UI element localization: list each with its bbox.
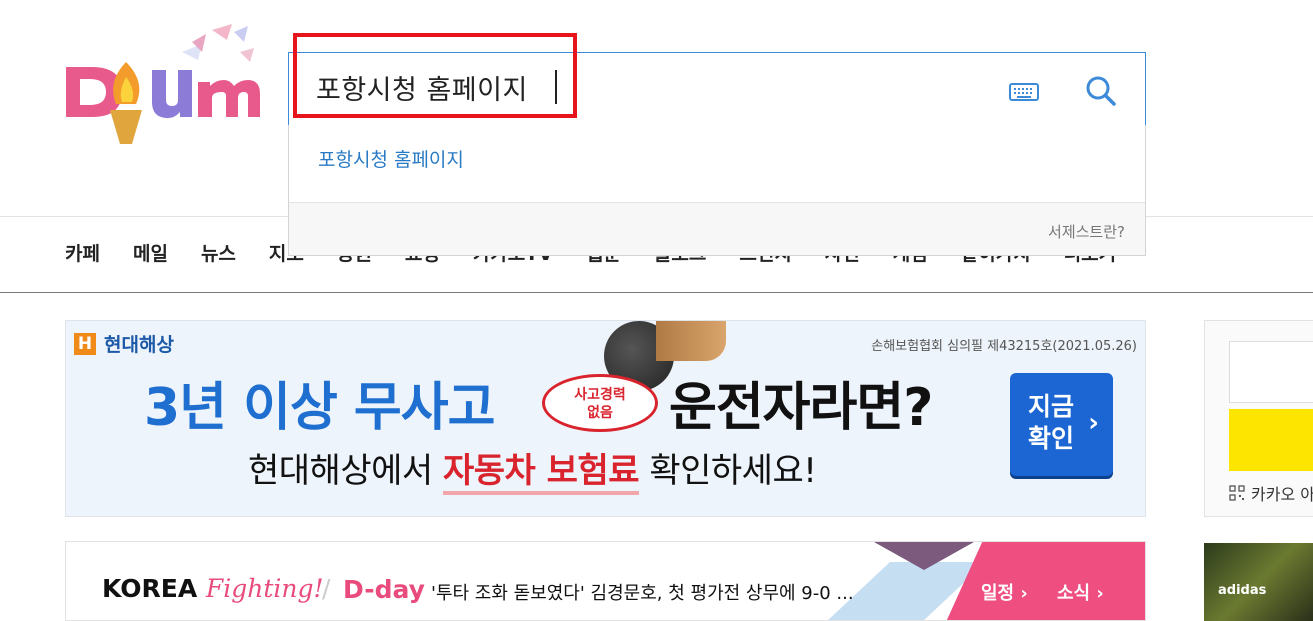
- korea-brand: KOREA: [102, 574, 206, 603]
- keyboard-icon[interactable]: [1009, 82, 1039, 102]
- ad-cta-button[interactable]: 지금 확인 ›: [1010, 373, 1113, 476]
- korea-news-link[interactable]: 소식 ›: [1057, 579, 1104, 605]
- stamp-line-1: 사고경력: [574, 387, 626, 403]
- banner-separator: /: [322, 574, 331, 603]
- login-input[interactable]: [1229, 341, 1313, 403]
- suggestion-footer: 서제스트란?: [289, 202, 1145, 255]
- korea-dday: D-day: [343, 575, 425, 604]
- text-caret: [555, 70, 557, 104]
- banner-pink-panel: [946, 542, 1145, 620]
- adidas-logo: adidas: [1218, 583, 1267, 598]
- korea-fighting-banner[interactable]: KOREA Fighting! / D-day '투타 조화 돋보였다' 김경문…: [65, 541, 1146, 621]
- ad-sub-post: 확인하세요!: [639, 451, 817, 491]
- login-panel: 카카오 아이디로: [1204, 320, 1313, 517]
- ad-headline-left: 3년 이상 무사고: [144, 378, 495, 438]
- ad-review-note: 손해보험협회 심의필 제43215호(2021.05.26): [871, 339, 1137, 354]
- chevron-right-icon: ›: [1088, 408, 1099, 438]
- nav-divider-bottom: [0, 292, 1313, 293]
- suggest-help-link[interactable]: 서제스트란?: [1048, 221, 1125, 242]
- korea-schedule-link[interactable]: 일정 ›: [981, 579, 1028, 605]
- korea-fighting-logo: KOREA Fighting!: [102, 574, 324, 603]
- ad-sub-pre: 현대해상에서: [248, 451, 443, 491]
- search-input[interactable]: 포항시청 홈페이지: [316, 68, 528, 107]
- nav-item-cafe[interactable]: 카페: [65, 239, 100, 266]
- ad-cta-line-1: 지금: [1028, 392, 1075, 421]
- qr-code-icon: [1229, 485, 1245, 501]
- banner-deco-triangle: [874, 542, 974, 570]
- stamp-handle-icon: [656, 321, 726, 361]
- suggestion-item[interactable]: 포항시청 홈페이지: [318, 145, 464, 172]
- ad-headline-right: 운전자라면?: [669, 378, 933, 438]
- ad-brand: H 현대해상: [74, 330, 174, 357]
- suggestion-dropdown: 포항시청 홈페이지 서제스트란?: [288, 125, 1146, 256]
- stamp-line-2: 없음: [587, 405, 613, 421]
- kakao-login-button[interactable]: [1229, 409, 1313, 471]
- daum-logo[interactable]: [62, 22, 262, 147]
- nav-item-mail[interactable]: 메일: [133, 239, 168, 266]
- hyundai-logo-icon: H: [74, 332, 96, 355]
- korea-headline-link[interactable]: '투타 조화 돋보였다' 김경문호, 첫 평가전 상무에 9-0 ...: [431, 579, 854, 605]
- daum-page: 포항시청 홈페이지 포항시청 홈페이지 서제스트란? 카페 메일 뉴스 지도 증…: [0, 0, 1313, 621]
- ad-sub-highlight: 자동차 보험료: [443, 451, 640, 495]
- kakao-login-label: 카카오 아이디로: [1251, 485, 1313, 504]
- korea-fighting-text: Fighting!: [205, 574, 324, 603]
- kakao-login-link[interactable]: 카카오 아이디로: [1229, 481, 1313, 505]
- ad-subline: 현대해상에서 자동차 보험료 확인하세요!: [248, 443, 817, 495]
- search-icon[interactable]: [1085, 75, 1117, 107]
- right-photo-ad[interactable]: adidas: [1204, 543, 1313, 621]
- ad-stamp-badge: 사고경력 없음: [542, 374, 658, 432]
- ad-brand-name: 현대해상: [104, 334, 174, 356]
- ad-banner[interactable]: H 현대해상 손해보험협회 심의필 제43215호(2021.05.26) 3년…: [65, 320, 1146, 517]
- nav-item-news[interactable]: 뉴스: [201, 239, 236, 266]
- ad-cta-line-2: 확인: [1028, 424, 1075, 453]
